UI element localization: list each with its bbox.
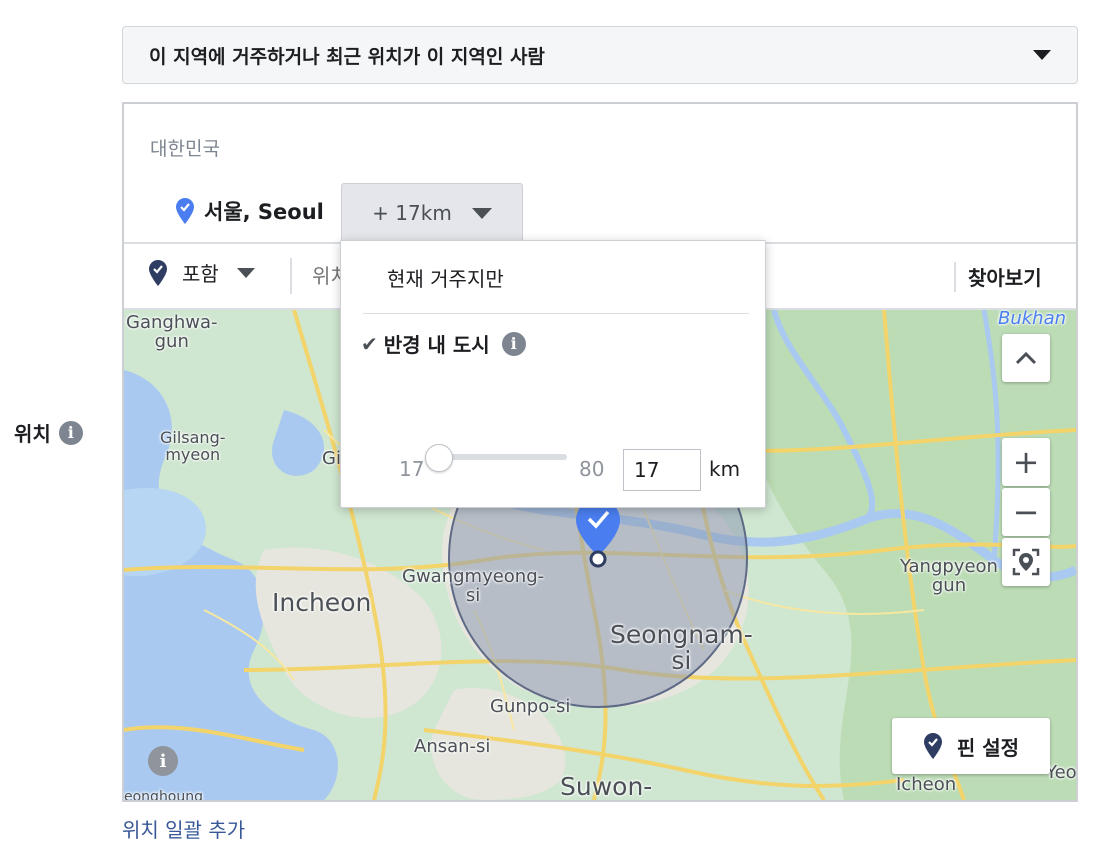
radius-cities-label: 반경 내 도시 (383, 333, 490, 357)
map-label: Gilsang- myeon (160, 428, 226, 464)
divider (954, 262, 956, 292)
selected-city: 서울, Seoul (204, 200, 324, 224)
map-label: Gwangmyeong- si (402, 566, 545, 606)
current-residence-option[interactable]: 현재 거주지만 (387, 263, 504, 292)
map-label: Bukhan (998, 310, 1067, 329)
location-pin-icon (149, 259, 167, 286)
recenter-button[interactable] (1002, 538, 1050, 586)
zoom-out-button[interactable]: − (1002, 488, 1050, 536)
radius-unit: km (709, 457, 741, 481)
map-label: Ganghwa- gun (126, 312, 218, 352)
map-label: Seongnam- si (610, 620, 753, 676)
map-info-icon[interactable]: i (148, 746, 178, 776)
include-label: 포함 (182, 262, 219, 286)
map-label: Incheon (272, 588, 372, 617)
checkmark-icon: ✔ (361, 331, 378, 356)
map-label: Ansan-si (414, 736, 491, 757)
radius-button-label: + 17km (372, 201, 452, 225)
radius-menu: 현재 거주지만 ✔ 반경 내 도시 i 17 80 km (340, 240, 766, 508)
collapse-map-button[interactable] (1002, 334, 1050, 382)
browse-button[interactable]: 찾아보기 (968, 262, 1042, 291)
info-icon[interactable]: i (501, 331, 526, 356)
audience-type-value: 이 지역에 거주하거나 최근 위치가 이 지역인 사람 (149, 45, 545, 68)
country-heading: 대한민국 (150, 138, 220, 160)
map-label: Gi (322, 448, 341, 469)
drop-pin-label: 핀 설정 (956, 735, 1020, 760)
map-label: Yeo (1046, 762, 1076, 783)
location-label-text: 위치 (14, 422, 51, 446)
radius-input[interactable] (623, 449, 701, 491)
include-exclude-dropdown[interactable]: 포함 (148, 258, 255, 287)
map-label: Gunpo-si (490, 696, 571, 717)
chevron-down-icon (236, 267, 255, 278)
map-label: Yangpyeon gun (900, 556, 998, 596)
location-pin-icon (176, 198, 194, 224)
radius-slider-thumb[interactable] (425, 444, 453, 472)
chevron-up-icon (1015, 351, 1037, 365)
chevron-down-icon (1033, 50, 1051, 60)
location-label: 위치 i (14, 418, 83, 447)
divider (363, 313, 749, 314)
chevron-down-icon (471, 207, 492, 219)
map-label: Icheon (896, 774, 957, 795)
radius-dropdown-button[interactable]: + 17km (341, 183, 523, 243)
slider-max-label: 80 (579, 457, 605, 481)
recenter-icon (1012, 548, 1040, 576)
audience-type-select[interactable]: 이 지역에 거주하거나 최근 위치가 이 지역인 사람 (122, 26, 1078, 84)
map-label: eonghoung (124, 789, 204, 800)
zoom-in-button[interactable]: + (1002, 438, 1050, 486)
slider-min-label: 17 (399, 457, 425, 481)
location-pin-icon (923, 733, 942, 759)
radius-cities-option[interactable]: ✔ 반경 내 도시 i (361, 329, 526, 358)
info-icon[interactable]: i (58, 420, 83, 445)
drop-pin-button[interactable]: 핀 설정 (892, 718, 1050, 774)
bulk-add-locations-link[interactable]: 위치 일괄 추가 (122, 814, 245, 843)
divider (290, 258, 292, 294)
selected-location: 서울, Seoul (176, 196, 324, 226)
map-label: Suwon- (560, 772, 653, 800)
